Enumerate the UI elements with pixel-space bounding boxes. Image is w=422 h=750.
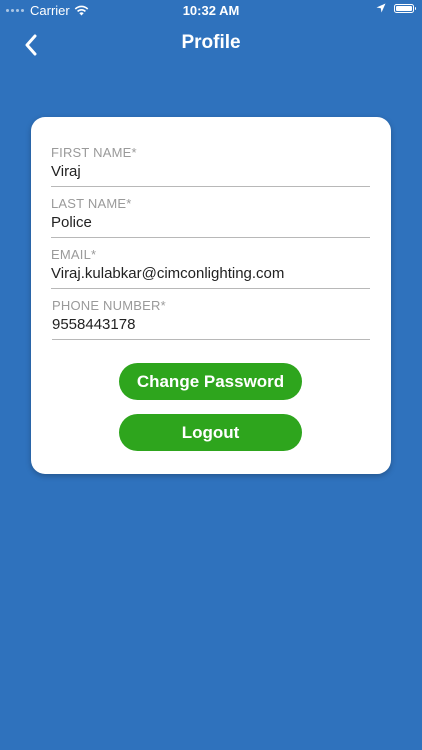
nav-bar: Profile [0, 22, 422, 66]
status-time: 10:32 AM [182, 3, 240, 18]
change-password-button[interactable]: Change Password [119, 363, 302, 400]
status-bar: Carrier 10:32 AM [0, 0, 422, 22]
location-arrow-icon [376, 3, 386, 13]
email-label: EMAIL* [51, 247, 97, 262]
last-name-field-group: LAST NAME* Police [51, 196, 370, 238]
first-name-field-group: FIRST NAME* Viraj [51, 145, 370, 187]
profile-card: FIRST NAME* Viraj LAST NAME* Police EMAI… [31, 117, 391, 474]
status-right [376, 3, 416, 13]
phone-input[interactable]: 9558443178 [52, 315, 370, 335]
battery-icon [394, 3, 416, 13]
logout-button[interactable]: Logout [119, 414, 302, 451]
last-name-input[interactable]: Police [51, 213, 370, 233]
phone-field-group: PHONE NUMBER* 9558443178 [52, 298, 370, 340]
phone-label: PHONE NUMBER* [52, 298, 166, 313]
page-title: Profile [181, 32, 241, 53]
last-name-label: LAST NAME* [51, 196, 132, 211]
email-field-group: EMAIL* Viraj.kulabkar@cimconlighting.com [51, 247, 370, 289]
email-input[interactable]: Viraj.kulabkar@cimconlighting.com [51, 264, 370, 284]
first-name-input[interactable]: Viraj [51, 162, 370, 182]
first-name-label: FIRST NAME* [51, 145, 137, 160]
